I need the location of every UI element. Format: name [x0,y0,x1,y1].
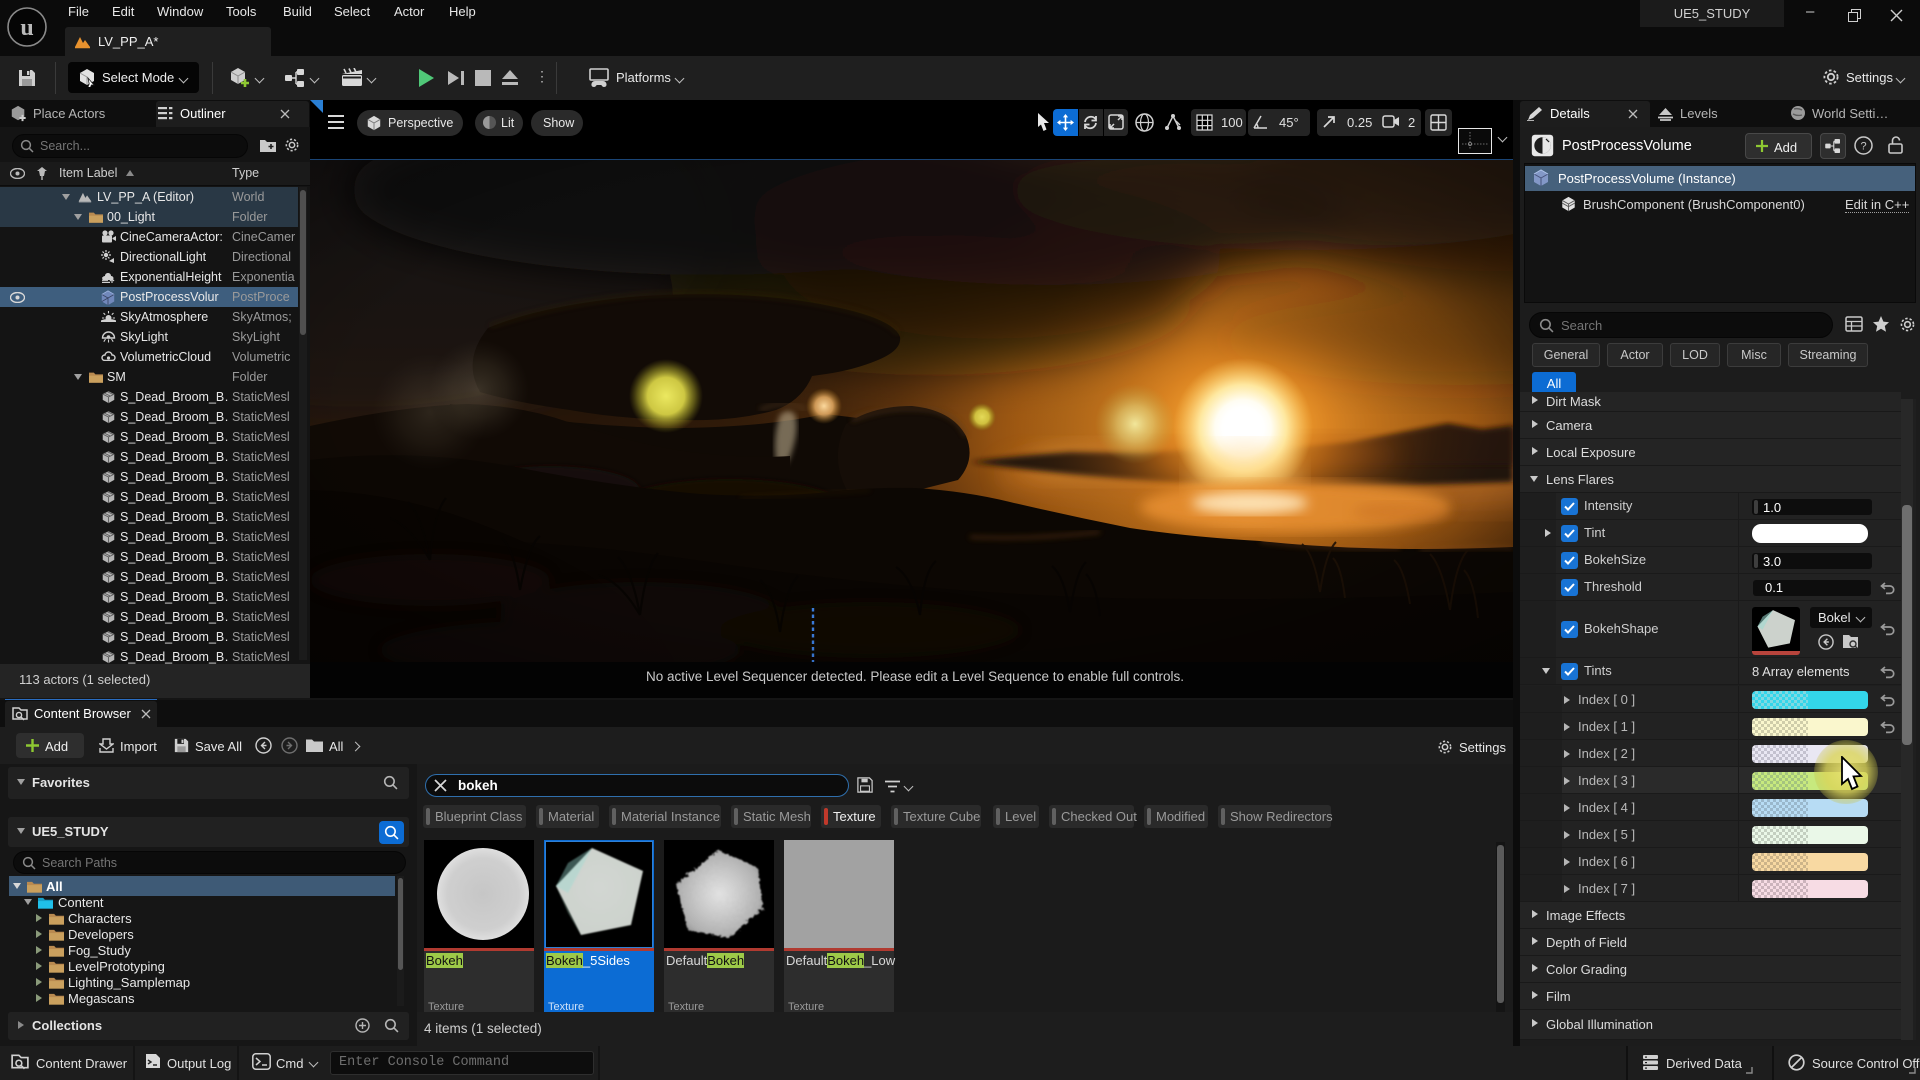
svg-text:?: ? [1860,141,1866,153]
svg-text:u: u [20,15,33,41]
